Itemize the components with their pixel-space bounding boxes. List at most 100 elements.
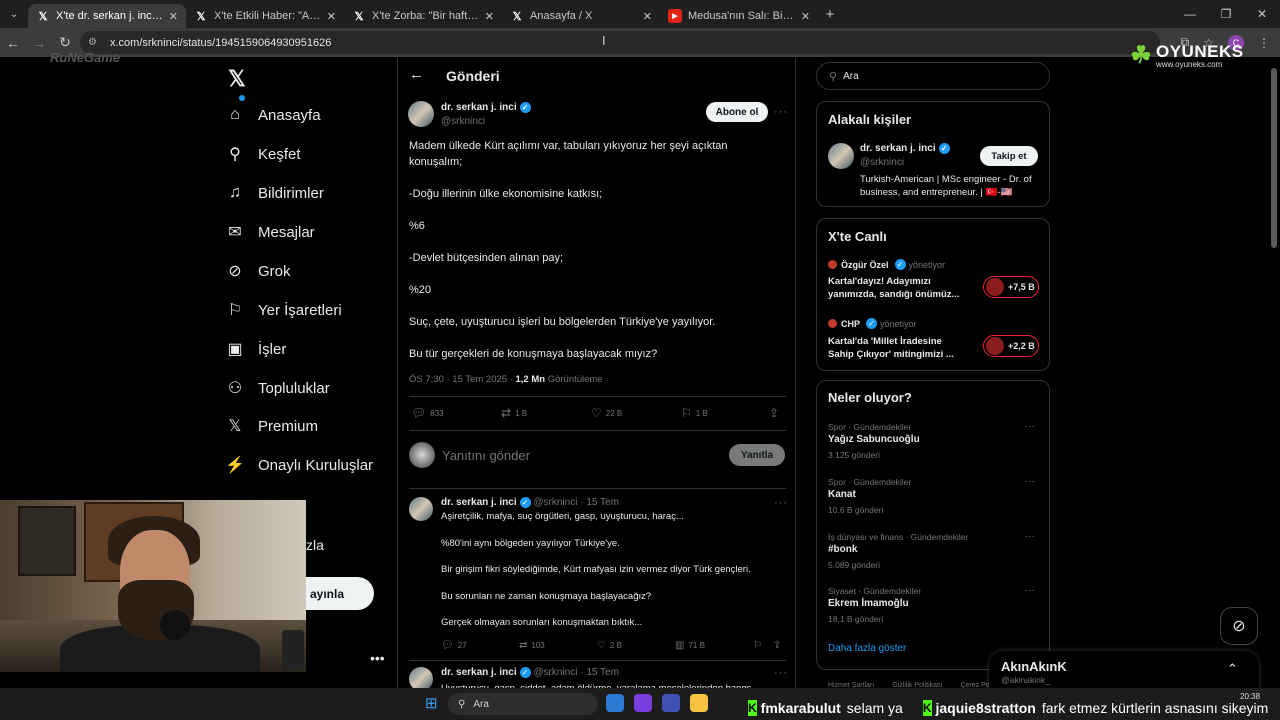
person-handle[interactable]: @srkninci xyxy=(860,157,904,168)
close-window-icon[interactable]: ✕ xyxy=(1244,0,1280,28)
more-options-icon[interactable]: ··· xyxy=(1025,585,1035,596)
card-title: Neler oluyor? xyxy=(828,390,912,405)
minimize-icon[interactable]: — xyxy=(1172,0,1208,28)
close-icon[interactable]: ✕ xyxy=(327,10,336,23)
show-more-link[interactable]: Daha fazla göster xyxy=(828,643,906,654)
more-options-icon[interactable]: ··· xyxy=(1025,476,1035,487)
repost-action[interactable]: ⇄ 1 B xyxy=(501,406,527,420)
x-logo-icon[interactable]: 𝕏 xyxy=(228,66,246,92)
more-options-icon[interactable]: ··· xyxy=(774,106,788,118)
nav-grok[interactable]: ⊘ Grok xyxy=(226,252,290,290)
maximize-icon[interactable]: ❐ xyxy=(1208,0,1244,28)
author-handle[interactable]: @srkninci xyxy=(533,667,577,678)
close-icon[interactable]: ✕ xyxy=(801,10,810,23)
windows-start-icon[interactable]: ⊞ xyxy=(425,696,441,712)
like-action[interactable]: ♡ 2 B xyxy=(597,640,622,651)
share-action[interactable]: ⇪ xyxy=(773,640,785,651)
browser-tab-1[interactable]: 𝕏 X'te Etkili Haber: "AKP'li Abdurrahim … xyxy=(186,4,344,28)
forward-icon[interactable]: → xyxy=(26,35,52,51)
more-options-icon[interactable]: ··· xyxy=(1025,421,1035,432)
scrollbar[interactable] xyxy=(1270,58,1278,688)
avatar[interactable] xyxy=(408,101,434,127)
reply-button[interactable]: Yanıtla xyxy=(729,444,785,466)
nav-verified-orgs[interactable]: ⚡ Onaylı Kuruluşlar xyxy=(225,446,373,484)
author-handle[interactable]: @srkninci xyxy=(533,497,577,508)
close-icon[interactable]: ✕ xyxy=(169,10,178,23)
live-host[interactable]: Özgür Özel ✓ yönetiyor xyxy=(828,259,945,270)
browser-tab-3[interactable]: 𝕏 Anasayfa / X ✕ xyxy=(502,4,660,28)
bookmark-action[interactable]: ⚐ 1 B xyxy=(681,406,708,420)
taskbar-search-label: Ara xyxy=(473,698,489,710)
menu-icon[interactable]: ⋮ xyxy=(1258,36,1270,50)
nav-more-label[interactable]: zla xyxy=(306,537,324,553)
subscribe-button[interactable]: Abone ol xyxy=(706,102,768,122)
address-bar[interactable]: ⚙ x.com/srkninci/status/1945159064930951… xyxy=(80,31,1160,54)
nav-messages[interactable]: ✉ Mesajlar xyxy=(226,213,314,251)
reply-date[interactable]: 15 Tem xyxy=(586,667,619,678)
nav-explore[interactable]: ⚲ Keşfet xyxy=(226,135,300,173)
trend-name[interactable]: Ekrem İmamoğlu xyxy=(828,598,909,609)
person-name[interactable]: dr. serkan j. inci ✓ xyxy=(860,143,950,154)
avatar[interactable] xyxy=(828,143,854,169)
author-name[interactable]: dr. serkan j. inci xyxy=(441,497,517,508)
new-tab-button[interactable]: + xyxy=(818,6,842,23)
teams-icon[interactable] xyxy=(662,694,680,712)
repost-action[interactable]: ⇄ 103 xyxy=(519,640,545,651)
search-input[interactable]: ⚲ Ara xyxy=(816,62,1050,90)
post-button[interactable]: ayınla xyxy=(306,577,374,610)
back-arrow-icon[interactable]: ← xyxy=(409,66,424,83)
live-host[interactable]: CHP ✓ yönetiyor xyxy=(828,318,917,329)
post-timestamp[interactable]: ÖS 7:30 · 15 Tem 2025 · xyxy=(409,374,516,385)
reply-date[interactable]: 15 Tem xyxy=(586,497,619,508)
live-title[interactable]: Kartal'dayız! Adayımızı yanımızda, sandı… xyxy=(828,275,968,301)
edge-icon[interactable] xyxy=(606,694,624,712)
avatar[interactable] xyxy=(409,497,433,521)
views-action[interactable]: ▥ 71 B xyxy=(675,640,705,651)
live-listeners-pill[interactable]: +7,5 B xyxy=(983,276,1039,298)
copilot-icon[interactable] xyxy=(634,694,652,712)
nav-jobs[interactable]: ▣ İşler xyxy=(226,330,286,368)
more-options-icon[interactable]: ··· xyxy=(774,667,788,679)
grok-button[interactable]: ⊘ xyxy=(1220,607,1258,645)
chevron-up-icon[interactable]: ⌃ xyxy=(1227,661,1238,677)
trend-name[interactable]: #bonk xyxy=(828,544,857,555)
bookmark-action[interactable]: ⚐ xyxy=(753,640,766,651)
follow-button[interactable]: Takip et xyxy=(980,146,1038,166)
like-count: 2 B xyxy=(609,641,622,650)
trend-name[interactable]: Yağız Sabuncuoğlu xyxy=(828,434,920,445)
divider xyxy=(409,430,786,431)
back-icon[interactable]: ← xyxy=(0,35,26,51)
reply-action[interactable]: 💬︎ 833 xyxy=(411,406,444,420)
close-icon[interactable]: ✕ xyxy=(485,10,494,23)
more-options-icon[interactable]: ··· xyxy=(774,497,788,509)
reply-action[interactable]: 💬︎ 27 xyxy=(441,640,467,651)
like-count: 22 B xyxy=(605,408,623,418)
scroll-thumb[interactable] xyxy=(1271,68,1277,248)
author-name[interactable]: dr. serkan j. inci xyxy=(441,667,517,678)
like-action[interactable]: ♡ 22 B xyxy=(591,406,622,420)
browser-tab-2[interactable]: 𝕏 X'te Zorba: "Bir haftadır Türkiye ✕ xyxy=(344,4,502,28)
taskbar-search[interactable]: ⚲ Ara xyxy=(448,693,598,715)
nav-bookmarks[interactable]: ⚐ Yer İşaretleri xyxy=(226,291,342,329)
nav-home[interactable]: ⌂ Anasayfa xyxy=(226,95,321,134)
author-handle[interactable]: @srkninci xyxy=(441,116,485,127)
live-title[interactable]: Kartal'da 'Millet İradesine Sahip Çıkıyo… xyxy=(828,335,968,361)
nav-communities[interactable]: ⚇ Topluluklar xyxy=(226,369,330,407)
live-listeners-pill[interactable]: +2,2 B xyxy=(983,335,1039,357)
more-options-icon[interactable]: ··· xyxy=(1025,531,1035,542)
reply-input[interactable]: Yanıtını gönder xyxy=(442,448,530,463)
browser-tab-4[interactable]: ▶ Medusa'nın Salı: Bir AKP Belgeseli ✕ xyxy=(660,4,818,28)
author-name[interactable]: dr. serkan j. inci ✓ xyxy=(441,102,531,113)
tab-search-button[interactable]: ⌄ xyxy=(0,0,28,28)
close-icon[interactable]: ✕ xyxy=(643,10,652,23)
share-action[interactable]: ⇪ xyxy=(769,406,783,420)
account-menu-icon[interactable]: ••• xyxy=(370,650,385,666)
browser-tab-0[interactable]: 𝕏 X'te dr. serkan j. inci: "Madem ülkede… xyxy=(28,4,186,28)
nav-notifications[interactable]: ♫ Bildirimler xyxy=(226,174,324,212)
nav-premium[interactable]: 𝕏 Premium xyxy=(226,407,318,445)
site-info-icon[interactable]: ⚙ xyxy=(88,37,102,48)
folder-icon[interactable] xyxy=(690,694,708,712)
reload-icon[interactable]: ↻ xyxy=(52,34,78,51)
heart-icon: ♡ xyxy=(597,640,606,651)
trend-name[interactable]: Kanat xyxy=(828,489,856,500)
